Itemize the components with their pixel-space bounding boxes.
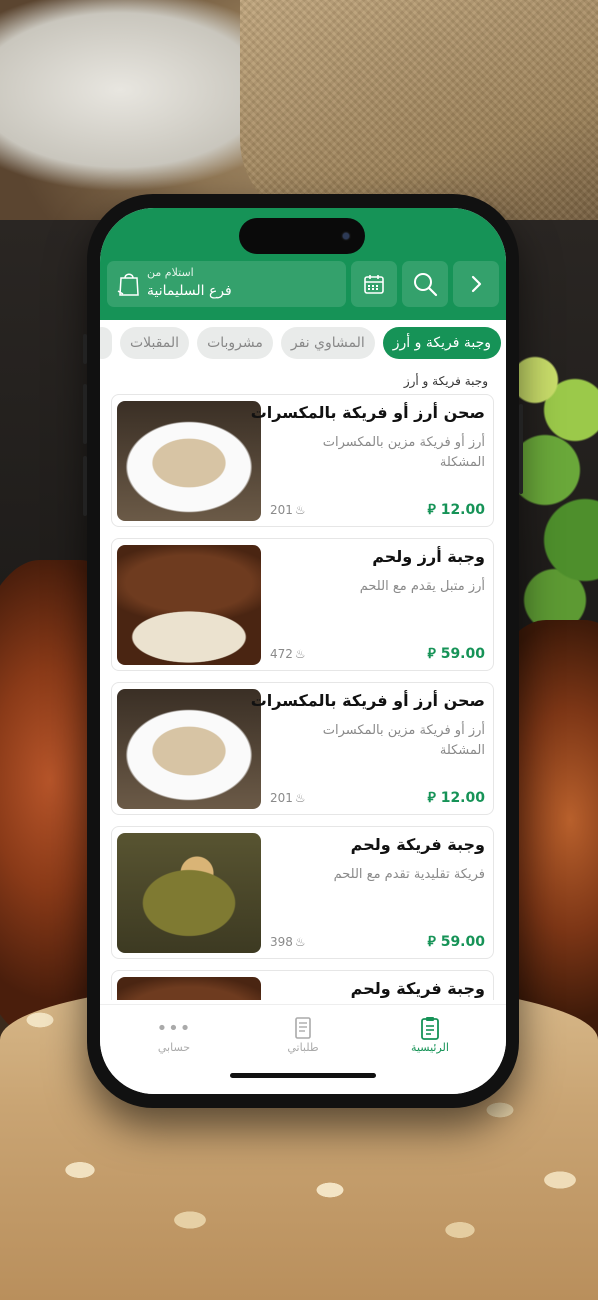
dish-description: فريكة تقليدية تقدم مع اللحم <box>333 867 485 882</box>
menu-item-card[interactable]: وجبة فريكة ولحم <box>111 970 494 1000</box>
dish-description: أرز متبل يقدم مع اللحم <box>359 579 485 594</box>
search-icon <box>414 273 438 297</box>
menu-list[interactable]: صحن أرز أو فريكة بالمكسرات أرز أو فريكة … <box>100 394 506 1000</box>
pickup-label: استلام من <box>147 266 194 279</box>
dish-description: أرز أو فريكة مزين بالمكسرات المشكلة <box>322 435 485 470</box>
nav-home[interactable]: الرئيسية <box>380 1015 480 1054</box>
dish-calories: 398 ♨ <box>270 935 306 949</box>
nav-account[interactable]: ••• حسابي <box>124 1015 224 1055</box>
dish-price: ⃁ 59.00 <box>427 646 486 662</box>
tab-freekeh-rice[interactable]: وجبة فريكة و أرز <box>382 327 501 359</box>
calendar-button[interactable] <box>351 261 397 307</box>
dish-calories: 201 ♨ <box>270 791 306 805</box>
dish-price: ⃁ 12.00 <box>427 502 486 518</box>
orders-icon <box>295 1017 311 1039</box>
category-tabs: وجبة فريكة و أرز المشاوي نفر مشروبات الم… <box>100 320 506 366</box>
search-button[interactable] <box>402 261 448 307</box>
nav-home-label: الرئيسية <box>411 1041 449 1054</box>
riyal-icon: ⃁ <box>427 934 441 950</box>
flame-icon: ♨ <box>294 935 306 949</box>
home-indicator <box>230 1073 376 1078</box>
dish-photo <box>117 833 261 953</box>
nav-orders[interactable]: طلباتي <box>253 1015 353 1054</box>
riyal-icon: ⃁ <box>427 502 441 518</box>
branch-name: فرع السليمانية <box>147 283 232 299</box>
more-dots-icon: ••• <box>156 1017 192 1039</box>
tab-more[interactable] <box>100 327 112 359</box>
dish-name: صحن أرز أو فريكة بالمكسرات <box>250 403 485 422</box>
riyal-icon: ⃁ <box>427 790 441 806</box>
dish-calories: 472 ♨ <box>270 647 306 661</box>
dish-name: وجبة فريكة ولحم <box>350 835 485 854</box>
nav-orders-label: طلباتي <box>287 1041 319 1054</box>
dish-name: وجبة أرز ولحم <box>372 547 485 566</box>
calendar-icon <box>364 275 384 294</box>
dish-photo <box>117 689 261 809</box>
dish-photo <box>117 401 261 521</box>
phone-frame: استلام من فرع السليمانية وجبة فريكة و أر… <box>83 194 523 1108</box>
forward-button[interactable] <box>453 261 499 307</box>
dish-description: أرز أو فريكة مزين بالمكسرات المشكلة <box>322 723 485 758</box>
dynamic-island <box>239 218 365 254</box>
dish-name: وجبة فريكة ولحم <box>350 979 485 998</box>
nav-account-label: حسابي <box>157 1041 191 1054</box>
dish-price: ⃁ 12.00 <box>427 790 486 806</box>
menu-item-card[interactable]: وجبة أرز ولحم أرز متبل يقدم مع اللحم ⃁ 5… <box>111 538 494 671</box>
dish-price: ⃁ 59.00 <box>427 934 486 950</box>
menu-item-card[interactable]: صحن أرز أو فريكة بالمكسرات أرز أو فريكة … <box>111 394 494 527</box>
tab-drinks[interactable]: مشروبات <box>197 327 273 359</box>
flame-icon: ♨ <box>294 791 306 805</box>
dish-photo <box>117 977 261 1000</box>
flame-icon: ♨ <box>294 647 306 661</box>
dish-calories: 201 ♨ <box>270 503 306 517</box>
chevron-right-icon <box>471 275 482 293</box>
dish-photo <box>117 545 261 665</box>
menu-item-card[interactable]: وجبة فريكة ولحم فريكة تقليدية تقدم مع ال… <box>111 826 494 959</box>
clipboard-icon <box>421 1017 439 1040</box>
app-screen: استلام من فرع السليمانية وجبة فريكة و أر… <box>100 208 506 1094</box>
dish-name: صحن أرز أو فريكة بالمكسرات <box>250 691 485 710</box>
tab-appetizers[interactable]: المقبلات <box>119 327 190 359</box>
menu-item-card[interactable]: صحن أرز أو فريكة بالمكسرات أرز أو فريكة … <box>111 682 494 815</box>
tab-grills[interactable]: المشاوي نفر <box>280 327 375 359</box>
section-title: وجبة فريكة و أرز <box>403 374 488 388</box>
bottom-nav: الرئيسية طلباتي ••• حسابي <box>100 1004 506 1094</box>
riyal-icon: ⃁ <box>427 646 441 662</box>
flame-icon: ♨ <box>294 503 306 517</box>
shopping-bag-icon <box>117 273 139 296</box>
pickup-branch-selector[interactable]: استلام من فرع السليمانية <box>107 261 346 307</box>
